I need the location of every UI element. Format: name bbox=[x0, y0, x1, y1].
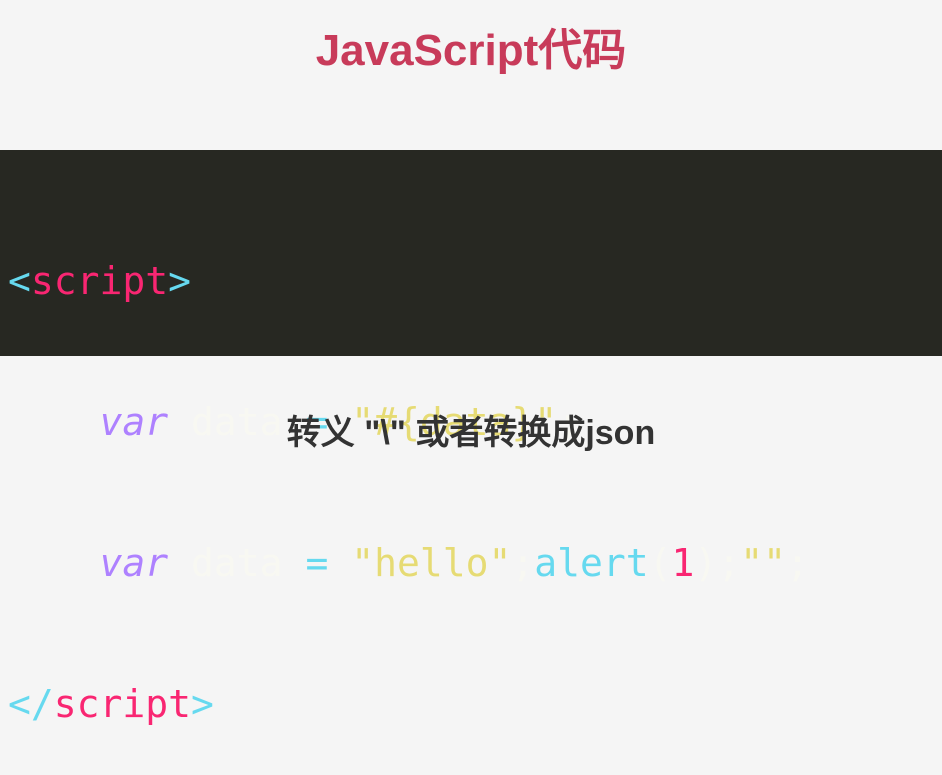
keyword-var: var bbox=[99, 541, 169, 585]
paren-close: ) bbox=[694, 541, 718, 585]
tag-name: script bbox=[53, 682, 192, 726]
tag-name: script bbox=[30, 259, 169, 303]
code-block: <script> var data = "#{data}"; var data … bbox=[0, 150, 942, 726]
code-line-1: <script> bbox=[8, 258, 942, 305]
string-literal: "hello" bbox=[351, 541, 512, 585]
code-line-3: var data = "hello";alert(1);""; bbox=[8, 540, 942, 587]
paren-open: ( bbox=[648, 541, 672, 585]
tag-close-bracket: > bbox=[191, 682, 214, 726]
semicolon: ; bbox=[785, 541, 809, 585]
string-literal-empty: "" bbox=[740, 541, 786, 585]
number-literal: 1 bbox=[671, 541, 695, 585]
operator-assign: = bbox=[282, 541, 352, 585]
tag-open-bracket: </ bbox=[8, 682, 54, 726]
tag-open-bracket: < bbox=[8, 259, 31, 303]
semicolon: ; bbox=[717, 541, 741, 585]
function-name: alert bbox=[534, 541, 649, 585]
identifier: data bbox=[191, 541, 283, 585]
tag-close-bracket: > bbox=[168, 259, 192, 303]
caption-text: 转义 "\" 或者转换成json bbox=[286, 414, 656, 452]
code-line-4: </script> bbox=[8, 681, 942, 728]
semicolon: ; bbox=[511, 541, 535, 585]
page-title: JavaScript代码 bbox=[315, 26, 627, 75]
